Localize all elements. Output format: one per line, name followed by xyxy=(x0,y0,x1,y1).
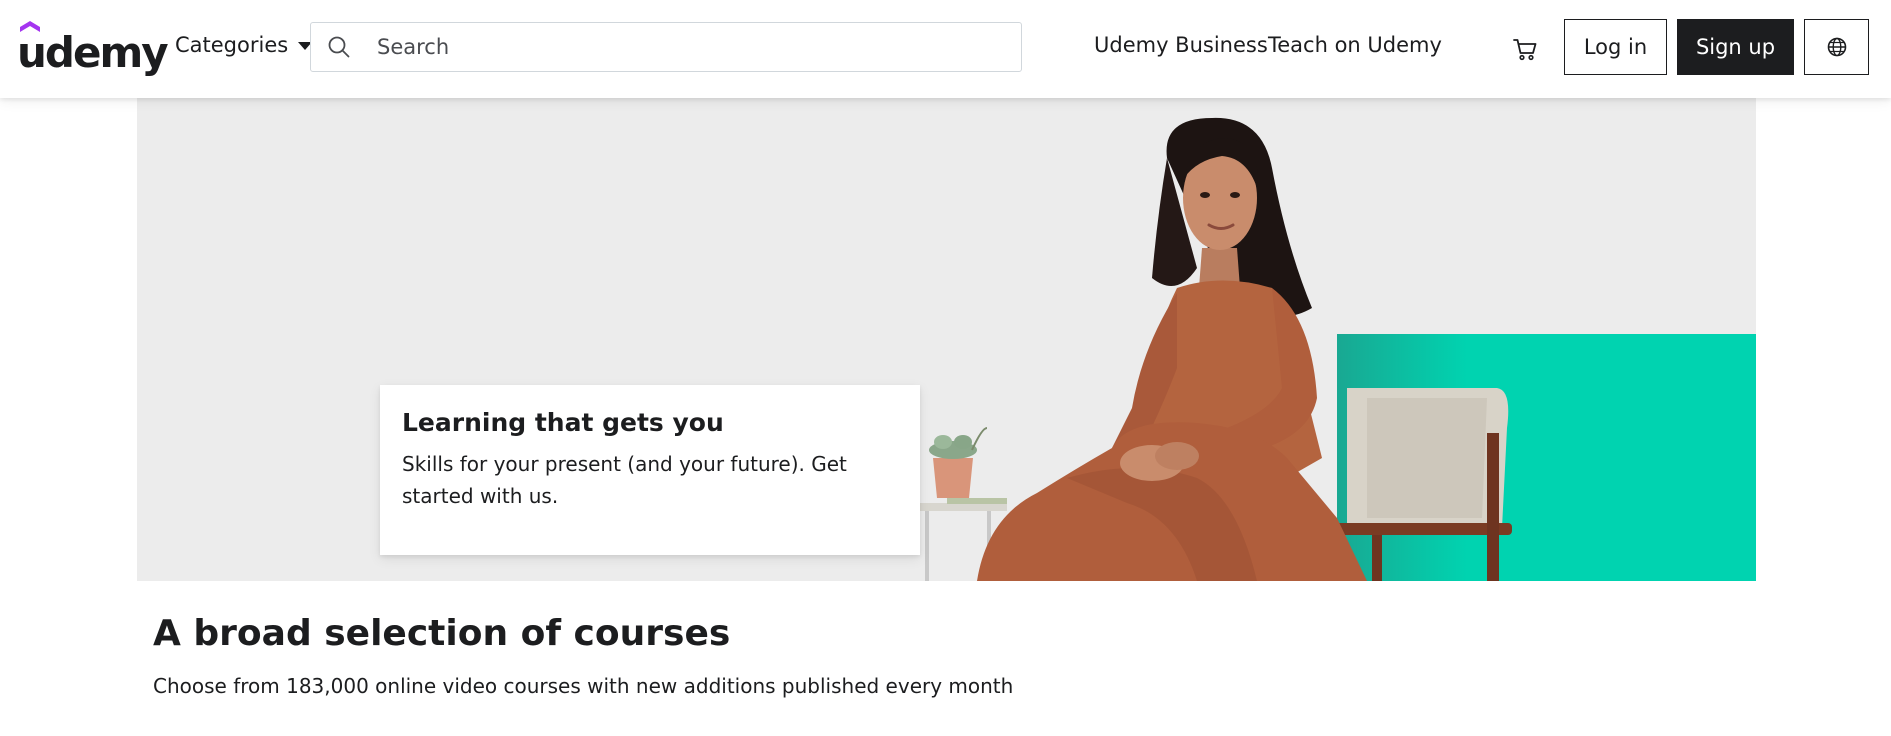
categories-label: Categories xyxy=(175,33,289,57)
section-subtitle: Choose from 183,000 online video courses… xyxy=(153,674,1014,698)
section-title: A broad selection of courses xyxy=(153,613,731,654)
categories-menu[interactable]: Categories xyxy=(175,33,313,57)
udemy-logo[interactable]: udemy xyxy=(17,21,169,74)
woman-figure xyxy=(977,117,1367,581)
hero-card: Learning that gets you Skills for your p… xyxy=(380,385,920,555)
language-button[interactable] xyxy=(1804,19,1869,75)
hero-subtitle: Skills for your present (and your future… xyxy=(402,451,847,508)
top-header: udemy Categories Udemy Business Teach on… xyxy=(0,0,1891,98)
teach-on-udemy-link[interactable]: Teach on Udemy xyxy=(1268,33,1442,57)
cart-icon[interactable] xyxy=(1512,36,1538,62)
search-input[interactable] xyxy=(377,35,977,59)
search-icon[interactable] xyxy=(326,34,352,60)
potted-plant xyxy=(929,427,988,498)
search-bar[interactable] xyxy=(310,22,1022,72)
udemy-business-link[interactable]: Udemy Business xyxy=(1094,33,1268,57)
logo-text: udemy xyxy=(17,28,169,77)
globe-icon xyxy=(1827,37,1846,57)
signup-button[interactable]: Sign up xyxy=(1677,19,1794,75)
hero-title: Learning that gets you xyxy=(402,408,724,437)
login-button[interactable]: Log in xyxy=(1564,19,1667,75)
